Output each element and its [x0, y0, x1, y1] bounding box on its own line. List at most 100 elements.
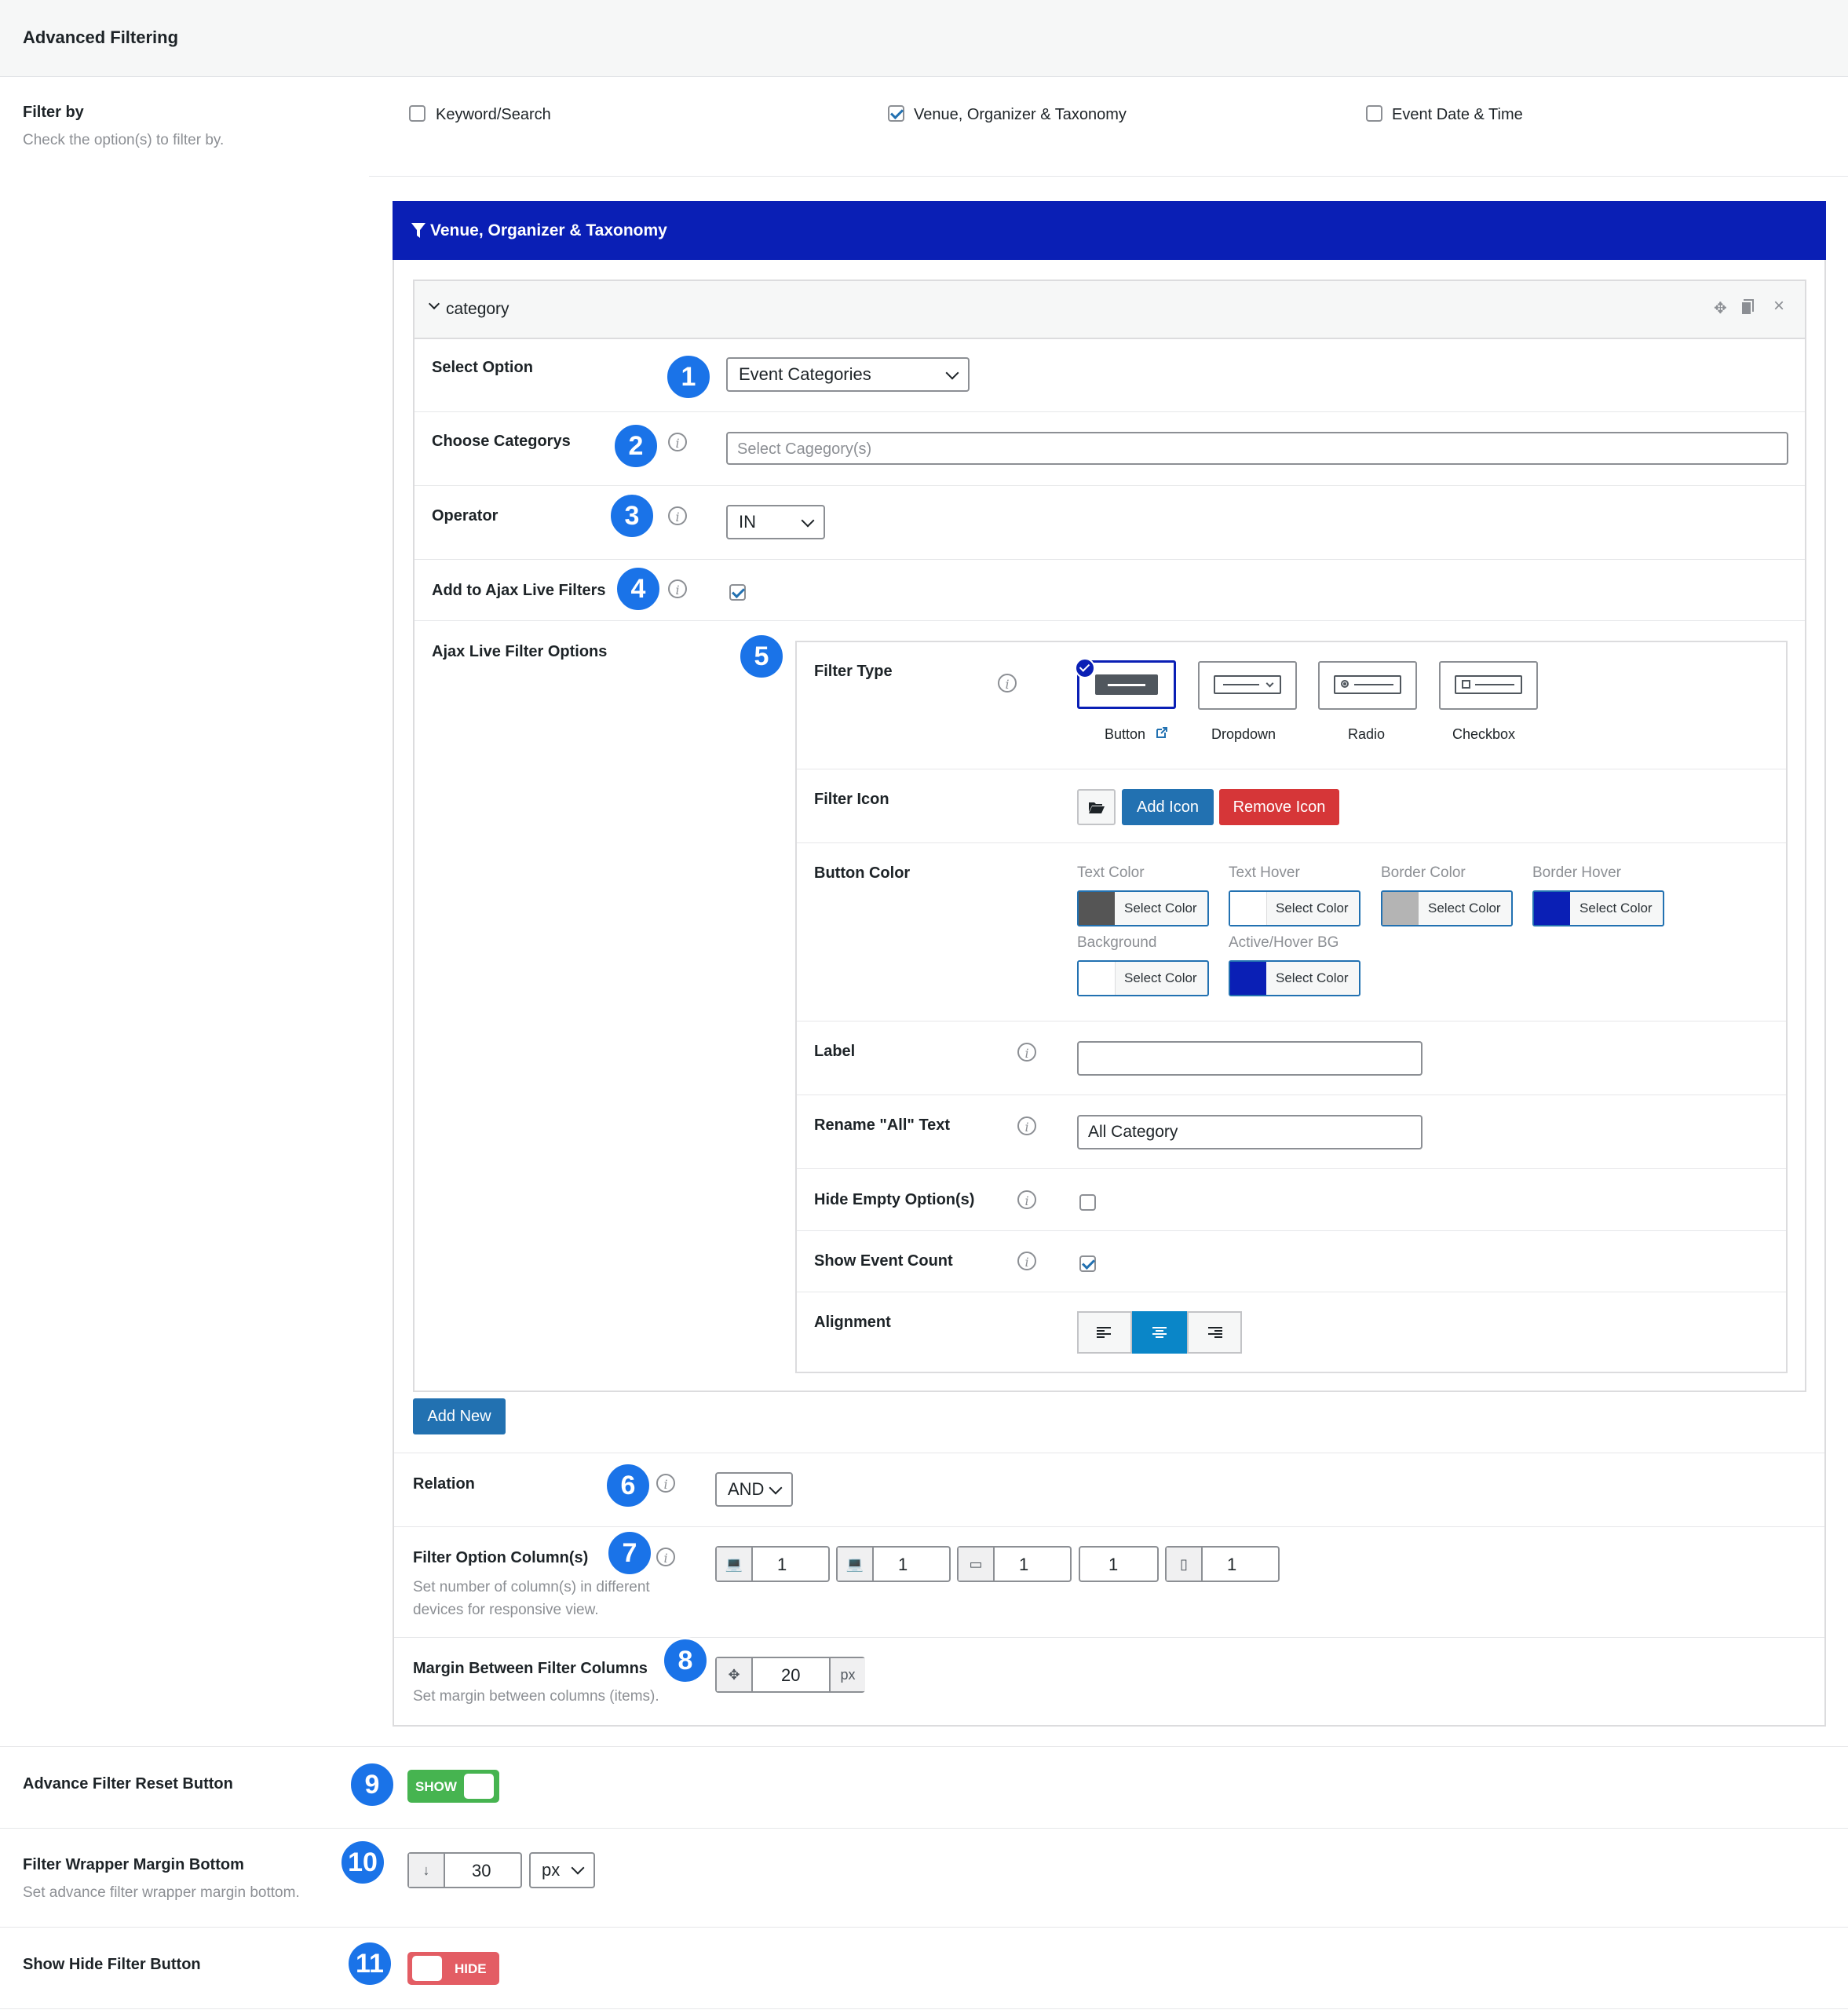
text-color-picker[interactable]: Select Color [1077, 890, 1209, 926]
page-title: Advanced Filtering [23, 27, 179, 47]
reset-button-label: Advance Filter Reset Button [23, 1775, 233, 1793]
operator-dropdown[interactable]: IN [726, 505, 825, 539]
filter-type-radio-label: Radio [1348, 726, 1386, 742]
filter-type-checkbox-option[interactable] [1439, 661, 1538, 710]
filter-type-dropdown-option[interactable] [1198, 661, 1297, 710]
align-center-button[interactable] [1132, 1311, 1187, 1354]
info-icon[interactable]: i [1017, 1252, 1036, 1270]
select-option-dropdown[interactable]: Event Categories [726, 357, 970, 392]
columns-mobile-input[interactable]: ▯ 1 [1165, 1546, 1280, 1582]
columns-desktop-input[interactable]: 💻 1 [715, 1546, 830, 1582]
label-field-label: Label [814, 1043, 856, 1060]
hide-empty-checkbox[interactable] [1079, 1194, 1096, 1211]
info-icon[interactable]: i [668, 506, 687, 525]
chevron-down-icon [801, 513, 815, 528]
divider [797, 842, 1786, 843]
filter-icon-label: Filter Icon [814, 791, 889, 808]
background-color-picker[interactable]: Select Color [1077, 960, 1209, 996]
info-icon[interactable]: i [998, 674, 1017, 693]
wrapper-margin-unit-dropdown[interactable]: px [529, 1852, 595, 1888]
filter-type-radio-option[interactable] [1318, 661, 1417, 710]
chevron-down-icon [769, 1481, 783, 1495]
relation-dropdown[interactable]: AND [715, 1472, 793, 1507]
move-icon[interactable]: ✥ [1714, 298, 1727, 318]
choose-categories-input[interactable]: Select Cagegory(s) [726, 432, 1788, 465]
color-swatch [1230, 892, 1267, 925]
relation-value: AND [728, 1479, 765, 1499]
venue-organizer-taxonomy-label: Venue, Organizer & Taxonomy [914, 106, 1127, 123]
panel-title-bar: Venue, Organizer & Taxonomy [393, 201, 1826, 260]
columns-label: Filter Option Column(s) [413, 1549, 589, 1566]
tablet-landscape-icon: ▭ [959, 1548, 995, 1581]
divider [394, 1526, 1824, 1527]
step-badge-9: 9 [349, 1761, 396, 1808]
text-hover-color-picker[interactable]: Select Color [1229, 890, 1360, 926]
step-badge-4: 4 [615, 565, 662, 612]
filter-type-label: Filter Type [814, 663, 893, 680]
info-icon[interactable]: i [656, 1474, 675, 1493]
move-icon: ✥ [717, 1658, 753, 1691]
show-hide-toggle[interactable]: HIDE [407, 1952, 499, 1985]
remove-icon-button[interactable]: Remove Icon [1219, 789, 1339, 825]
duplicate-icon[interactable] [1741, 299, 1754, 315]
info-icon[interactable]: i [1017, 1043, 1036, 1062]
toggle-state-label: HIDE [455, 1961, 487, 1976]
chevron-down-icon [945, 366, 959, 380]
keyword-search-checkbox[interactable] [409, 105, 425, 122]
rename-all-label: Rename "All" Text [814, 1116, 951, 1134]
border-hover-color-picker[interactable]: Select Color [1532, 890, 1664, 926]
show-event-count-label: Show Event Count [814, 1252, 953, 1270]
wrapper-margin-label: Filter Wrapper Margin Bottom [23, 1856, 244, 1873]
select-color-text: Select Color [1428, 901, 1501, 915]
external-link-icon[interactable] [1156, 726, 1168, 739]
align-left-icon [1097, 1327, 1111, 1338]
ajax-live-filters-label: Add to Ajax Live Filters [432, 582, 606, 599]
mobile-icon: ▯ [1167, 1548, 1203, 1581]
add-new-button[interactable]: Add New [413, 1398, 506, 1434]
align-left-button[interactable] [1077, 1311, 1132, 1354]
wrapper-margin-value: 30 [472, 1861, 491, 1880]
toggle-knob [412, 1956, 442, 1981]
ajax-filter-options-label: Ajax Live Filter Options [432, 643, 608, 660]
margin-columns-input[interactable]: ✥ 20 px [715, 1657, 865, 1693]
toggle-state-label: SHOW [415, 1779, 457, 1794]
filter-type-button-option[interactable] [1075, 658, 1176, 709]
info-icon[interactable]: i [668, 433, 687, 451]
align-right-button[interactable] [1187, 1311, 1242, 1354]
show-event-count-checkbox[interactable] [1079, 1255, 1096, 1272]
reset-button-toggle[interactable]: SHOW [407, 1770, 499, 1803]
columns-laptop-input[interactable]: 💻 1 [836, 1546, 951, 1582]
wrapper-margin-input[interactable]: ↓ 30 [407, 1852, 522, 1888]
ajax-live-filters-checkbox[interactable] [729, 584, 746, 601]
step-badge-8: 8 [662, 1637, 709, 1684]
active-hover-bg-color-picker[interactable]: Select Color [1229, 960, 1360, 996]
border-color-picker[interactable]: Select Color [1381, 890, 1513, 926]
columns-tablet-portrait-input[interactable]: 1 [1079, 1546, 1159, 1582]
label-input[interactable] [1077, 1041, 1423, 1076]
select-option-value: Event Categories [739, 364, 871, 384]
step-badge-6: 6 [604, 1462, 652, 1509]
button-color-label: Button Color [814, 864, 911, 882]
operator-label: Operator [432, 507, 499, 524]
columns-description: Set number of column(s) in different dev… [413, 1579, 650, 1618]
add-icon-button[interactable]: Add Icon [1122, 789, 1214, 825]
info-icon[interactable]: i [1017, 1116, 1036, 1135]
active-hover-bg-label: Active/Hover BG [1229, 934, 1339, 951]
folder-open-icon [1089, 802, 1105, 813]
info-icon[interactable]: i [668, 579, 687, 598]
color-swatch [1382, 892, 1419, 925]
venue-organizer-taxonomy-checkbox[interactable] [888, 105, 904, 122]
align-center-icon [1152, 1327, 1167, 1338]
info-icon[interactable]: i [1017, 1190, 1036, 1209]
collapse-chevron-icon[interactable] [428, 298, 440, 310]
info-icon[interactable]: i [656, 1548, 675, 1566]
category-item-header[interactable]: category ✥ × [415, 281, 1805, 339]
close-icon[interactable]: × [1773, 295, 1784, 317]
event-date-time-checkbox[interactable] [1366, 105, 1382, 122]
wrapper-margin-description: Set advance filter wrapper margin bottom… [23, 1884, 300, 1901]
rename-all-input[interactable]: All Category [1077, 1115, 1423, 1149]
select-option-label: Select Option [432, 359, 533, 376]
columns-tablet-input[interactable]: ▭ 1 [957, 1546, 1072, 1582]
icon-picker-button[interactable] [1077, 789, 1116, 825]
divider [797, 1230, 1786, 1231]
